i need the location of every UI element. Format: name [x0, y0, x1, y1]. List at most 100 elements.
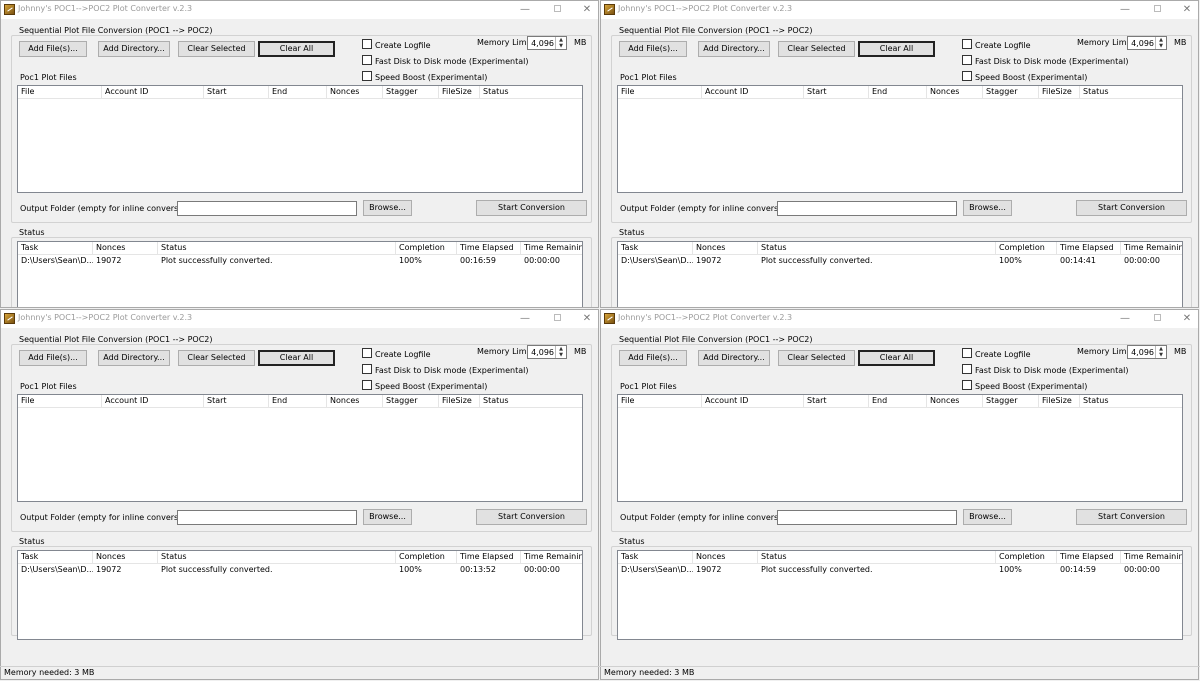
clear-selected-button[interactable]: Clear Selected: [178, 41, 255, 57]
fast-disk-checkbox[interactable]: Fast Disk to Disk mode (Experimental): [962, 364, 1128, 376]
close-icon[interactable]: ✕: [1179, 312, 1195, 326]
col-task[interactable]: Task: [618, 242, 693, 254]
memory-limit-value[interactable]: 4,096: [531, 348, 554, 357]
browse-button[interactable]: Browse...: [363, 509, 412, 525]
col-status[interactable]: Status: [758, 551, 996, 563]
col-status[interactable]: Status: [158, 242, 396, 254]
spin-arrows-icon[interactable]: ▲ ▼: [1155, 37, 1166, 49]
spin-arrows-icon[interactable]: ▲ ▼: [1155, 346, 1166, 358]
col-end[interactable]: End: [269, 86, 327, 98]
clear-all-button[interactable]: Clear All: [258, 350, 335, 366]
close-icon[interactable]: ✕: [1179, 3, 1195, 17]
col-account-id[interactable]: Account ID: [702, 86, 804, 98]
col-file[interactable]: File: [618, 395, 702, 407]
spin-arrows-icon[interactable]: ▲ ▼: [555, 37, 566, 49]
output-folder-input[interactable]: [177, 510, 357, 525]
minimize-icon[interactable]: —: [517, 312, 533, 326]
checkbox-box[interactable]: [362, 71, 372, 81]
checkbox-box[interactable]: [962, 348, 972, 358]
col-account-id[interactable]: Account ID: [702, 395, 804, 407]
memory-limit-value[interactable]: 4,096: [531, 39, 554, 48]
plot-files-list[interactable]: File Account ID Start End Nonces Stagger…: [17, 394, 583, 502]
minimize-icon[interactable]: —: [517, 3, 533, 17]
clear-all-button[interactable]: Clear All: [858, 350, 935, 366]
col-end[interactable]: End: [869, 395, 927, 407]
add-files-button[interactable]: Add File(s)...: [619, 41, 687, 57]
col-start[interactable]: Start: [804, 86, 869, 98]
col-time-remaining[interactable]: Time Remaining: [521, 242, 582, 254]
status-list[interactable]: Task Nonces Status Completion Time Elaps…: [17, 241, 583, 307]
checkbox-box[interactable]: [962, 39, 972, 49]
maximize-icon[interactable]: [1149, 3, 1165, 17]
status-list[interactable]: Task Nonces Status Completion Time Elaps…: [617, 241, 1183, 307]
memory-limit-value[interactable]: 4,096: [1131, 39, 1154, 48]
table-row[interactable]: D:\Users\Sean\D... 19072 Plot successful…: [18, 564, 582, 576]
speed-boost-checkbox[interactable]: Speed Boost (Experimental): [362, 71, 487, 83]
start-conversion-button[interactable]: Start Conversion: [476, 509, 587, 525]
plot-files-list[interactable]: File Account ID Start End Nonces Stagger…: [617, 85, 1183, 193]
speed-boost-checkbox[interactable]: Speed Boost (Experimental): [362, 380, 487, 392]
col-filesize[interactable]: FileSize: [439, 86, 480, 98]
col-file[interactable]: File: [18, 86, 102, 98]
clear-selected-button[interactable]: Clear Selected: [778, 41, 855, 57]
col-stagger[interactable]: Stagger: [983, 395, 1039, 407]
close-icon[interactable]: ✕: [579, 3, 595, 17]
checkbox-box[interactable]: [362, 55, 372, 65]
add-files-button[interactable]: Add File(s)...: [19, 350, 87, 366]
start-conversion-button[interactable]: Start Conversion: [476, 200, 587, 216]
add-directory-button[interactable]: Add Directory...: [698, 350, 770, 366]
col-start[interactable]: Start: [204, 86, 269, 98]
add-directory-button[interactable]: Add Directory...: [98, 350, 170, 366]
col-completion[interactable]: Completion: [996, 551, 1057, 563]
create-logfile-checkbox[interactable]: Create Logfile: [362, 348, 431, 360]
col-time-elapsed[interactable]: Time Elapsed: [457, 551, 521, 563]
memory-limit-value[interactable]: 4,096: [1131, 348, 1154, 357]
col-task[interactable]: Task: [18, 551, 93, 563]
col-stagger[interactable]: Stagger: [383, 395, 439, 407]
add-directory-button[interactable]: Add Directory...: [698, 41, 770, 57]
checkbox-box[interactable]: [362, 380, 372, 390]
checkbox-box[interactable]: [962, 364, 972, 374]
fast-disk-checkbox[interactable]: Fast Disk to Disk mode (Experimental): [362, 364, 528, 376]
col-nonces[interactable]: Nonces: [693, 551, 758, 563]
col-nonces[interactable]: Nonces: [327, 86, 383, 98]
maximize-icon[interactable]: [549, 312, 565, 326]
minimize-icon[interactable]: —: [1117, 3, 1133, 17]
clear-all-button[interactable]: Clear All: [858, 41, 935, 57]
col-filesize[interactable]: FileSize: [439, 395, 480, 407]
checkbox-box[interactable]: [962, 71, 972, 81]
checkbox-box[interactable]: [362, 348, 372, 358]
close-icon[interactable]: ✕: [579, 312, 595, 326]
col-status[interactable]: Status: [480, 395, 582, 407]
memory-limit-stepper[interactable]: 4,096 ▲ ▼: [527, 345, 567, 359]
plot-files-list[interactable]: File Account ID Start End Nonces Stagger…: [17, 85, 583, 193]
col-start[interactable]: Start: [804, 395, 869, 407]
output-folder-input[interactable]: [777, 201, 957, 216]
fast-disk-checkbox[interactable]: Fast Disk to Disk mode (Experimental): [362, 55, 528, 67]
col-time-remaining[interactable]: Time Remaining: [1121, 242, 1182, 254]
col-status[interactable]: Status: [758, 242, 996, 254]
minimize-icon[interactable]: —: [1117, 312, 1133, 326]
table-row[interactable]: D:\Users\Sean\D... 19072 Plot successful…: [18, 255, 582, 267]
create-logfile-checkbox[interactable]: Create Logfile: [962, 39, 1031, 51]
status-list[interactable]: Task Nonces Status Completion Time Elaps…: [17, 550, 583, 640]
col-task[interactable]: Task: [618, 551, 693, 563]
title-bar[interactable]: Johnny's POC1-->POC2 Plot Converter v.2.…: [1, 310, 598, 328]
add-directory-button[interactable]: Add Directory...: [98, 41, 170, 57]
browse-button[interactable]: Browse...: [963, 509, 1012, 525]
col-status[interactable]: Status: [480, 86, 582, 98]
col-end[interactable]: End: [269, 395, 327, 407]
col-filesize[interactable]: FileSize: [1039, 86, 1080, 98]
create-logfile-checkbox[interactable]: Create Logfile: [362, 39, 431, 51]
speed-boost-checkbox[interactable]: Speed Boost (Experimental): [962, 380, 1087, 392]
col-file[interactable]: File: [18, 395, 102, 407]
col-nonces[interactable]: Nonces: [93, 551, 158, 563]
browse-button[interactable]: Browse...: [963, 200, 1012, 216]
title-bar[interactable]: Johnny's POC1-->POC2 Plot Converter v.2.…: [601, 1, 1198, 19]
col-status[interactable]: Status: [1080, 86, 1182, 98]
output-folder-input[interactable]: [777, 510, 957, 525]
col-time-remaining[interactable]: Time Remaining: [1121, 551, 1182, 563]
browse-button[interactable]: Browse...: [363, 200, 412, 216]
col-account-id[interactable]: Account ID: [102, 86, 204, 98]
add-files-button[interactable]: Add File(s)...: [619, 350, 687, 366]
